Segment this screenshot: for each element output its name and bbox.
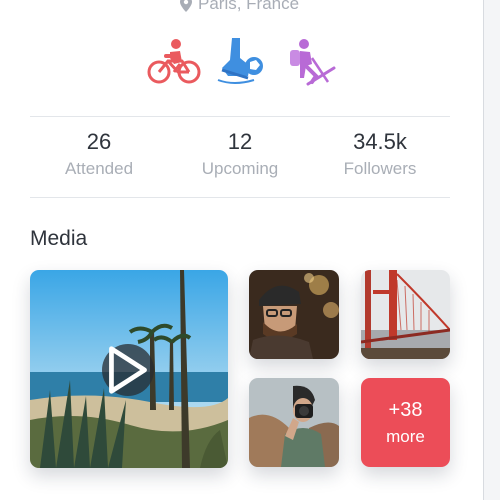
soccer-icon <box>217 38 263 84</box>
media-more-button[interactable]: +38 more <box>361 378 450 467</box>
man-photo <box>249 270 339 359</box>
photographer-photo <box>249 378 339 467</box>
stat-label: Followers <box>343 159 417 178</box>
more-count: +38 <box>388 398 423 421</box>
media-video-beach[interactable] <box>30 270 228 468</box>
divider-bottom <box>30 197 450 198</box>
media-section-title: Media <box>30 227 88 250</box>
divider-top <box>30 116 450 117</box>
activity-hiking[interactable] <box>282 36 338 88</box>
media-photo-bridge[interactable] <box>361 270 450 359</box>
stat-label: Attended <box>64 159 134 178</box>
activity-soccer[interactable] <box>214 36 270 88</box>
hiking-icon <box>290 39 336 86</box>
stat-label: Upcoming <box>201 159 279 178</box>
location-pin-icon <box>180 0 192 12</box>
stat-value: 34.5k <box>353 129 407 154</box>
media-photo-photographer[interactable] <box>249 378 339 467</box>
stat-attended[interactable]: 26 Attended <box>29 128 169 181</box>
play-button[interactable] <box>102 344 154 396</box>
more-label: more <box>386 426 425 446</box>
media-photo-man-beanie[interactable] <box>249 270 339 359</box>
stat-followers[interactable]: 34.5k Followers <box>310 128 450 181</box>
profile-location: Paris, France <box>180 0 299 16</box>
scrollbar-track[interactable] <box>483 0 500 500</box>
bridge-photo <box>361 270 450 359</box>
stat-value: 26 <box>86 129 112 154</box>
location-text: Paris, France <box>198 0 300 13</box>
activity-cycling[interactable] <box>146 36 202 88</box>
stat-upcoming[interactable]: 12 Upcoming <box>170 128 310 181</box>
activity-icons <box>146 36 336 88</box>
stat-value: 12 <box>227 129 253 154</box>
cycling-icon <box>147 39 201 84</box>
play-icon <box>109 346 147 394</box>
